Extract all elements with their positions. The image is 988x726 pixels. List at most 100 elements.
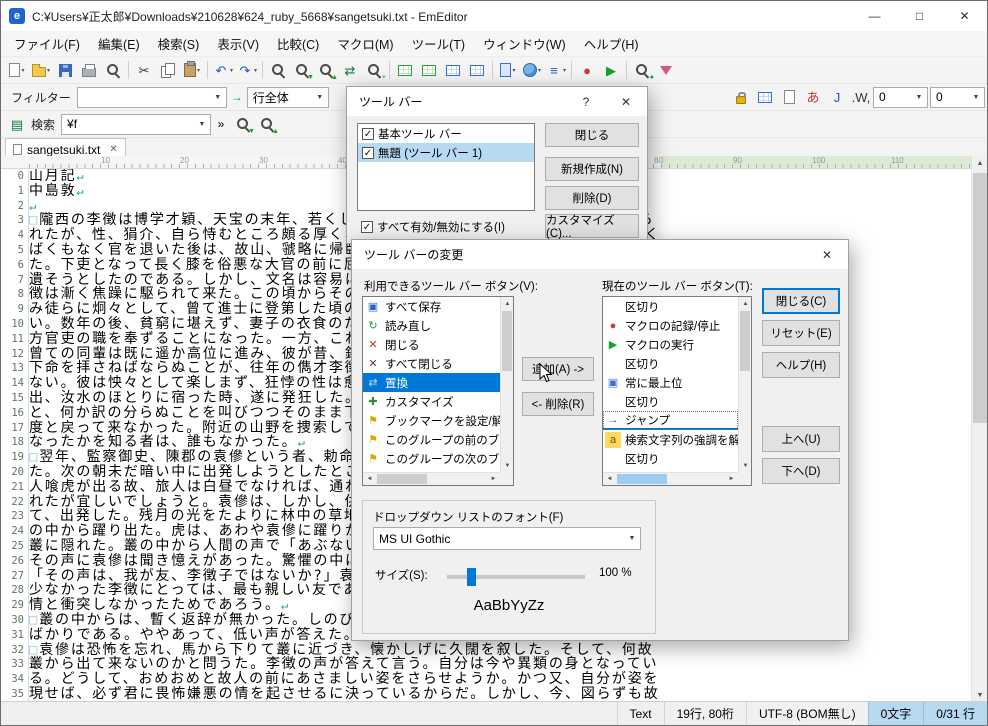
list-vertical-scrollbar[interactable]: ▲ ▼	[500, 297, 513, 472]
cut-button[interactable]: ✂	[132, 59, 156, 81]
toolbar-list-item[interactable]: ✓ 基本ツール バー	[358, 124, 534, 143]
scroll-up-icon[interactable]: ▲	[972, 156, 987, 171]
chevron-down-icon[interactable]: ▼	[624, 528, 640, 549]
csv-comma-button[interactable]	[417, 59, 441, 81]
search-input[interactable]: ¥f ▼	[61, 113, 212, 135]
button-list-item[interactable]: → ジャンプ	[603, 411, 738, 430]
print-preview-button[interactable]	[101, 59, 125, 81]
copy-button[interactable]	[156, 59, 180, 81]
cjk-input-button[interactable]: あ	[801, 86, 825, 108]
filter-input[interactable]: ▼	[76, 86, 227, 108]
button-list-item[interactable]: ▣ 常に最上位	[603, 373, 738, 392]
find-previous-button[interactable]: ▲	[314, 59, 338, 81]
toolbar-list-item[interactable]: ✓ 無題 (ツール バー 1)	[358, 143, 534, 162]
list-vertical-scrollbar[interactable]: ▲ ▼	[738, 297, 751, 472]
lock-button[interactable]	[729, 86, 753, 108]
run-macro-button[interactable]: ▶	[599, 59, 623, 81]
button-list-item[interactable]: ⚑ このグループの前のブックマーク	[363, 430, 500, 449]
close-button[interactable]: 閉じる(C)	[762, 288, 840, 314]
word-wrap-button[interactable]: .W,	[849, 86, 873, 108]
help-button[interactable]: ヘルプ(H)	[762, 352, 840, 378]
help-icon[interactable]: ?	[567, 87, 605, 116]
scrollbar-thumb[interactable]	[973, 173, 987, 423]
font-select[interactable]: MS UI Gothic ▼	[373, 527, 641, 550]
vertical-scrollbar[interactable]: ▲ ▼	[971, 156, 987, 703]
status-segment-0[interactable]: Text	[616, 702, 664, 725]
web-preview-button[interactable]: ▾	[520, 59, 544, 81]
menu-item-file[interactable]: ファイル(F)	[5, 31, 89, 56]
reset-button[interactable]: リセット(E)	[762, 320, 840, 346]
menu-item-search[interactable]: 検索(S)	[149, 31, 209, 56]
dialog-title-bar[interactable]: ツール バーの変更	[352, 240, 848, 269]
outline-level-select[interactable]: 0 ▼	[930, 86, 985, 108]
jump-marker-button[interactable]: J	[825, 86, 849, 108]
plugins-button[interactable]: ≡ ▾	[544, 59, 568, 81]
customize-button[interactable]: カスタマイズ(C)...	[545, 214, 639, 240]
apply-filter-button[interactable]: →	[227, 87, 247, 108]
checkbox-icon[interactable]: ✓	[362, 127, 374, 140]
remove-button[interactable]: <- 削除(R)	[522, 392, 594, 416]
chevron-down-icon[interactable]: ▾	[21, 67, 24, 74]
find-button[interactable]	[266, 59, 290, 81]
find-in-files-button[interactable]: +	[362, 59, 386, 81]
new-button[interactable]: 新規作成(N)	[545, 157, 639, 181]
button-list-item[interactable]: 区切り	[603, 392, 738, 411]
title-bar[interactable]: e C:¥Users¥正太郎¥Downloads¥210628¥624_ruby…	[1, 1, 987, 31]
move-up-button[interactable]: 上へ(U)	[762, 426, 840, 452]
csv-standard-button[interactable]	[393, 59, 417, 81]
button-list-item[interactable]: 区切り	[603, 449, 738, 468]
button-list-item[interactable]: 区切り	[603, 354, 738, 373]
button-list-item[interactable]: ● マクロの記録/停止	[603, 316, 738, 335]
button-list-item[interactable]: ⚑ ブックマークを設定/解除	[363, 411, 500, 430]
list-horizontal-scrollbar[interactable]: ◄ ►	[603, 472, 738, 485]
available-buttons-list[interactable]: ▣ すべて保存 ↻ 読み直し ✕ 閉じる ✕ すべて閉じる ⇄ 置換 ✚ カスタマイズ ⚑ ブックマークを…	[362, 296, 514, 486]
paste-button[interactable]: ▾	[180, 59, 204, 81]
button-list-item[interactable]: ⇄ 置換	[363, 373, 500, 392]
chevron-down-icon[interactable]: ▾	[563, 67, 566, 74]
status-segment-4[interactable]: 0/31 行	[923, 702, 987, 725]
replace-button[interactable]: ⇄	[338, 59, 362, 81]
button-list-item[interactable]: ▶ マクロの実行	[603, 335, 738, 354]
csv-semicolon-button[interactable]	[465, 59, 489, 81]
menu-item-view[interactable]: 表示(V)	[208, 31, 268, 56]
button-list-item[interactable]: ✚ カスタマイズ	[363, 392, 500, 411]
undo-button[interactable]: ↶ ▾	[211, 59, 235, 81]
html-toolbar-button[interactable]: ▾	[496, 59, 520, 81]
chevron-down-icon[interactable]: ▼	[194, 115, 210, 134]
font-size-slider-thumb[interactable]	[467, 568, 476, 586]
chevron-down-icon[interactable]: ▼	[911, 88, 927, 107]
find-next-button[interactable]: ▼	[290, 59, 314, 81]
checkbox-icon[interactable]: ✓	[361, 221, 373, 233]
close-button[interactable]: ✕	[942, 1, 987, 31]
editor-line-34[interactable]: 34 る。どうして、おめおめと故人の前にあさましい姿をさらせようか。かつ又、自分が…	[1, 672, 971, 687]
record-macro-button[interactable]: ●	[575, 59, 599, 81]
search-highlight-button[interactable]: ●	[630, 59, 654, 81]
chevron-down-icon[interactable]: ▾	[197, 67, 200, 74]
editor-line-33[interactable]: 33 叢から出て来ないのかと問うた。李徴の声が答えて言う。自分は今や異類の身となっ…	[1, 657, 971, 672]
character-count-button[interactable]	[777, 86, 801, 108]
menu-item-help[interactable]: ヘルプ(H)	[575, 31, 648, 56]
toolbar-overflow-button[interactable]: »	[211, 114, 231, 135]
move-down-button[interactable]: 下へ(D)	[762, 458, 840, 484]
list-horizontal-scrollbar[interactable]: ◄ ►	[363, 472, 500, 485]
menu-item-macros[interactable]: マクロ(M)	[328, 31, 402, 56]
find-previous-toolbar-button[interactable]: ▲	[255, 113, 279, 135]
menu-item-window[interactable]: ウィンドウ(W)	[474, 31, 575, 56]
minimize-button[interactable]: —	[852, 1, 897, 31]
cell-toolbar-button[interactable]	[753, 86, 777, 108]
chevron-down-icon[interactable]: ▼	[210, 88, 226, 107]
advanced-filter-button[interactable]	[654, 59, 678, 81]
print-button[interactable]	[77, 59, 101, 81]
csv-tab-button[interactable]	[441, 59, 465, 81]
button-list-item[interactable]: ✕ すべて閉じる	[363, 354, 500, 373]
save-button[interactable]	[53, 59, 77, 81]
chevron-down-icon[interactable]: ▾	[230, 67, 233, 74]
button-list-item[interactable]: a 検索文字列の強調を解除	[603, 430, 738, 449]
chevron-down-icon[interactable]: ▾	[254, 67, 257, 74]
menu-item-tools[interactable]: ツール(T)	[403, 31, 474, 56]
status-segment-3[interactable]: 0文字	[867, 702, 924, 725]
add-button[interactable]: 追加(A) ->	[522, 357, 594, 381]
button-list-item[interactable]: 区切り	[603, 297, 738, 316]
dialog-close-icon[interactable]: ✕	[808, 240, 846, 269]
button-list-item[interactable]: ✕ 閉じる	[363, 335, 500, 354]
